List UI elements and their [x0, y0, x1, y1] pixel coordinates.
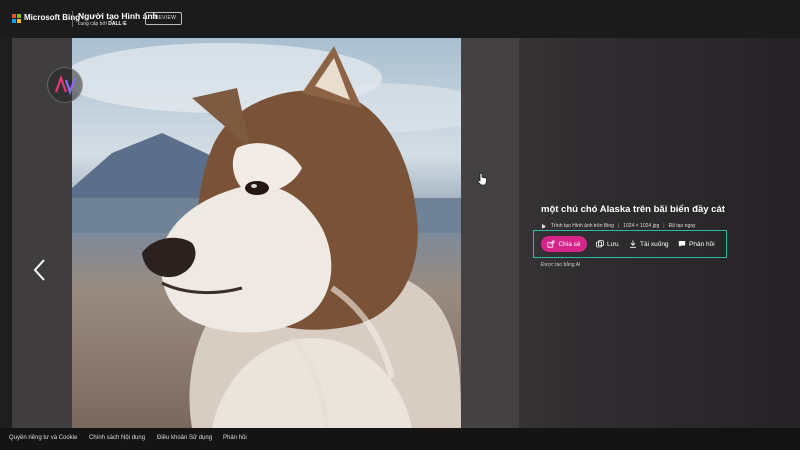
microsoft-logo-icon[interactable] [12, 14, 21, 23]
image-caption: một chú chó Alaska trên bãi biển đầy cát [541, 204, 725, 215]
share-icon [547, 240, 555, 248]
download-button[interactable]: Tải xuống [629, 238, 669, 250]
meta-source[interactable]: Trình tạo Hình ảnh trên Bing [551, 223, 614, 229]
header-divider [72, 11, 73, 27]
dog-image-illustration [72, 38, 461, 428]
viewer-right-panel [461, 38, 519, 428]
av-watermark-icon [47, 67, 83, 103]
top-bar: Microsoft Bing Người tạo Hình ảnh cung c… [0, 0, 800, 38]
footer-link-terms[interactable]: Điều khoản Sử dụng [157, 435, 212, 441]
mouse-cursor-icon [477, 172, 487, 186]
previous-image-button[interactable] [32, 258, 48, 282]
product-sub-engine: DALL·E [108, 21, 127, 27]
feedback-button[interactable]: Phản hồi [678, 238, 715, 250]
meta-separator: | [617, 223, 620, 229]
preview-badge: PREVIEW [145, 12, 183, 25]
footer-link-content-policy[interactable]: Chính sách Nội dung [89, 435, 145, 441]
download-label: Tải xuống [640, 240, 669, 248]
ai-generated-note: Được tạo bằng AI [541, 262, 581, 268]
footer-link-privacy[interactable]: Quyền riêng tư và Cookie [9, 435, 77, 441]
product-subtitle: cung cấp bởi DALL·E [78, 21, 127, 27]
generated-image[interactable] [72, 38, 461, 428]
save-button[interactable]: Lưu [596, 238, 619, 250]
image-creator-icon [542, 223, 546, 229]
save-icon [596, 240, 604, 248]
feedback-label: Phản hồi [689, 240, 715, 248]
meta-dimensions: 1024 × 1024 jpg [623, 223, 660, 229]
download-icon [630, 240, 636, 248]
footer: Quyền riêng tư và Cookie Chính sách Nội … [0, 428, 800, 450]
chevron-left-icon [33, 259, 45, 281]
image-meta: Trình tạo Hình ảnh trên Bing | 1024 × 10… [541, 223, 696, 229]
feedback-icon [678, 241, 686, 247]
meta-separator: | [663, 223, 665, 229]
save-label: Lưu [607, 240, 619, 248]
share-button[interactable]: Chia sẻ [541, 236, 587, 252]
footer-link-feedback[interactable]: Phản hồi [223, 435, 247, 441]
share-label: Chia sẻ [558, 240, 581, 248]
meta-created: Đã tạo ngay [668, 223, 696, 229]
product-sub-prefix: cung cấp bởi [78, 21, 107, 27]
